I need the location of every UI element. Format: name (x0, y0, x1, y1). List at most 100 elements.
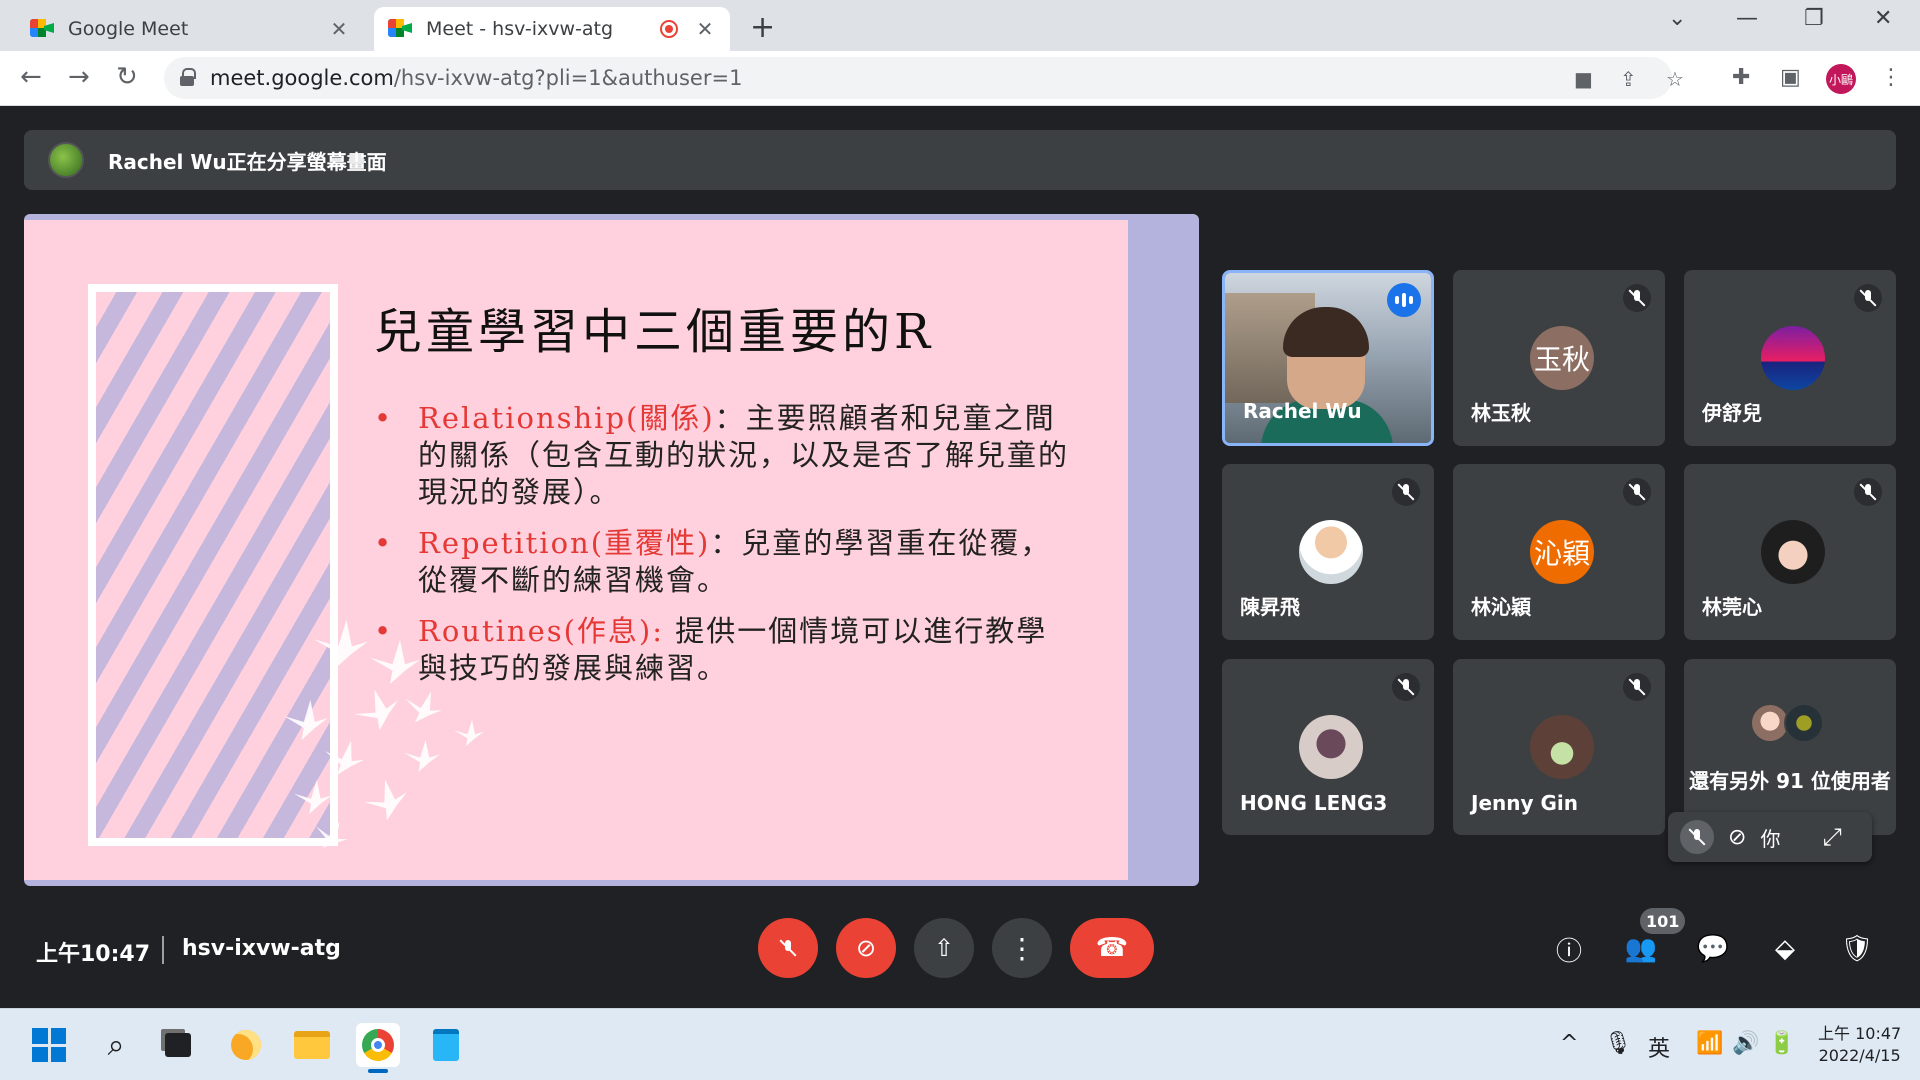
profile-avatar[interactable]: 小鷗 (1826, 64, 1856, 94)
participant-tile[interactable]: HONG LENG3 (1222, 659, 1434, 835)
task-view-icon[interactable] (156, 1023, 200, 1067)
microphone-toggle-button[interactable] (758, 918, 818, 978)
meeting-code: hsv-ixvw-atg (182, 936, 341, 961)
start-windows-icon[interactable] (27, 1023, 71, 1067)
participant-tile[interactable]: Rachel Wu (1222, 270, 1434, 446)
extensions-puzzle-icon[interactable]: ✚ (1732, 65, 1750, 90)
mic-off-icon (779, 939, 797, 957)
tab-google-meet[interactable]: Google Meet ✕ (16, 7, 364, 51)
recording-indicator-icon (660, 20, 678, 38)
tab-meet-session[interactable]: Meet - hsv-ixvw-atg ✕ (374, 7, 730, 51)
meeting-info-icon[interactable]: ⓘ (1548, 928, 1590, 970)
search-icon[interactable]: ⌕ (94, 1023, 138, 1067)
more-vert-icon: ⋮ (1008, 931, 1036, 965)
participant-tile[interactable]: 林莞心 (1684, 464, 1896, 640)
close-tab-icon[interactable]: ✕ (694, 17, 716, 41)
input-method-indicator[interactable]: 英 (1648, 1031, 1670, 1063)
participant-avatar (1299, 715, 1363, 779)
participant-tile[interactable]: 伊舒兒 (1684, 270, 1896, 446)
restore-window-button[interactable]: ❐ (1804, 6, 1824, 31)
browser-toolbar: ← → ↻ meet.google.com/hsv-ixvw-atg?pli=1… (0, 51, 1920, 106)
presentation-view[interactable]: 兒童學習中三個重要的R Relationship(關係)：主要照顧者和兒童之間的… (24, 214, 1199, 886)
wifi-icon[interactable]: 📶 (1696, 1031, 1723, 1056)
browser-tab-strip: Google Meet ✕ Meet - hsv-ixvw-atg ✕ + ⌄ … (0, 0, 1920, 51)
tab-title: Meet - hsv-ixvw-atg (426, 18, 614, 40)
close-tab-icon[interactable]: ✕ (328, 17, 350, 41)
more-options-button[interactable]: ⋮ (992, 918, 1052, 978)
system-clock[interactable]: 上午 10:47 2022/4/15 (1818, 1023, 1901, 1067)
muted-mic-icon (1623, 478, 1651, 506)
more-participants-tile[interactable]: 還有另外 91 位使用者 (1684, 659, 1896, 835)
google-meet-favicon-icon (388, 19, 412, 39)
expand-icon[interactable]: ⤢ (1822, 823, 1841, 851)
speaking-indicator-icon (1387, 283, 1421, 317)
system-time: 上午 10:47 (1818, 1024, 1902, 1043)
share-page-icon[interactable]: ⇪ (1620, 67, 1637, 91)
volume-icon[interactable]: 🔊 (1732, 1031, 1759, 1056)
tab-search-chevron-icon[interactable]: ⌄ (1668, 6, 1686, 31)
participant-tile[interactable]: 陳昇飛 (1222, 464, 1434, 640)
notepad-icon[interactable] (424, 1023, 468, 1067)
leave-call-button[interactable]: ☎ (1070, 918, 1154, 978)
lock-icon[interactable] (180, 68, 196, 86)
battery-icon[interactable]: 🔋 (1768, 1031, 1795, 1056)
self-view-label: 你 (1760, 826, 1781, 851)
participant-avatar (1299, 520, 1363, 584)
people-icon[interactable]: 👥 (1620, 928, 1662, 970)
system-date: 2022/4/15 (1818, 1046, 1901, 1065)
present-screen-button[interactable]: ⇧ (914, 918, 974, 978)
chat-icon[interactable]: 💬 (1692, 928, 1734, 970)
participant-avatar (1761, 520, 1825, 584)
striped-frame-decoration (88, 284, 338, 846)
reload-icon[interactable]: ↻ (116, 62, 138, 92)
participant-name: 陳昇飛 (1240, 595, 1300, 619)
minimize-window-button[interactable]: — (1736, 6, 1758, 31)
show-hidden-icons-icon[interactable]: ^ (1560, 1031, 1578, 1056)
more-participants-label: 還有另外 91 位使用者 (1689, 769, 1891, 793)
slide-bullet-list: Relationship(關係)：主要照顧者和兒童之間的關係（包含互動的狀況，以… (374, 400, 1074, 701)
meeting-clock: 上午10:47 (36, 942, 151, 967)
google-meet-favicon-icon (30, 19, 54, 39)
participant-avatar: 沁穎 (1530, 520, 1594, 584)
slide-title: 兒童學習中三個重要的R (374, 304, 935, 360)
chrome-icon[interactable] (356, 1023, 400, 1073)
camera-toggle-button[interactable]: ⊘ (836, 918, 896, 978)
forward-arrow-icon[interactable]: → (68, 62, 90, 92)
weather-widget-icon[interactable] (224, 1023, 268, 1067)
host-controls-icon[interactable]: 🛡 (1836, 928, 1878, 970)
participant-name: Rachel Wu (1243, 399, 1362, 423)
slide-bullet: Relationship(關係)：主要照顧者和兒童之間的關係（包含互動的狀況，以… (374, 400, 1074, 511)
participant-tile[interactable]: 沁穎 林沁穎 (1453, 464, 1665, 640)
muted-mic-icon (1392, 673, 1420, 701)
participant-name: 林玉秋 (1471, 401, 1531, 425)
new-tab-button[interactable]: + (750, 10, 775, 45)
bookmark-star-icon[interactable]: ☆ (1666, 67, 1684, 91)
windows-taskbar: ⌕ ^ 🎙 英 📶 🔊 🔋 上午 10:47 2022/4/15 (0, 1008, 1920, 1080)
participant-name: HONG LENG3 (1240, 791, 1388, 815)
muted-mic-icon (1854, 284, 1882, 312)
presenter-avatar (48, 142, 84, 178)
participant-avatar (1530, 715, 1594, 779)
microphone-tray-icon[interactable]: 🎙 (1604, 1031, 1632, 1056)
back-arrow-icon[interactable]: ← (20, 62, 42, 92)
participant-name: 伊舒兒 (1702, 401, 1762, 425)
tab-title: Google Meet (68, 18, 189, 40)
muted-mic-icon (1623, 284, 1651, 312)
hang-up-icon: ☎ (1095, 933, 1129, 963)
participant-tile[interactable]: 玉秋 林玉秋 (1453, 270, 1665, 446)
participant-name: 林沁穎 (1471, 595, 1531, 619)
self-view-bar[interactable]: ⊘ 你 ⤢ (1668, 812, 1872, 862)
slide-bullet: Repetition(重覆性)：兒童的學習重在從覆，從覆不斷的練習機會。 (374, 525, 1074, 599)
activities-icon[interactable]: ⬙ (1764, 928, 1806, 970)
close-window-button[interactable]: ✕ (1874, 6, 1892, 31)
address-bar[interactable]: meet.google.com/hsv-ixvw-atg?pli=1&authu… (164, 57, 1684, 99)
participant-count-badge: 101 (1640, 908, 1686, 934)
browser-menu-icon[interactable]: ⋮ (1880, 65, 1902, 90)
muted-mic-icon (1854, 478, 1882, 506)
file-explorer-icon[interactable] (290, 1023, 334, 1067)
side-panel-icon[interactable]: ▣ (1780, 65, 1801, 90)
slide-bullet: Routines(作息): 提供一個情境可以進行教學與技巧的發展與練習。 (374, 613, 1074, 687)
participant-tile[interactable]: Jenny Gin (1453, 659, 1665, 835)
screen-share-text: Rachel Wu正在分享螢幕畫面 (108, 149, 387, 174)
camera-in-use-icon[interactable]: ■ (1574, 67, 1593, 91)
